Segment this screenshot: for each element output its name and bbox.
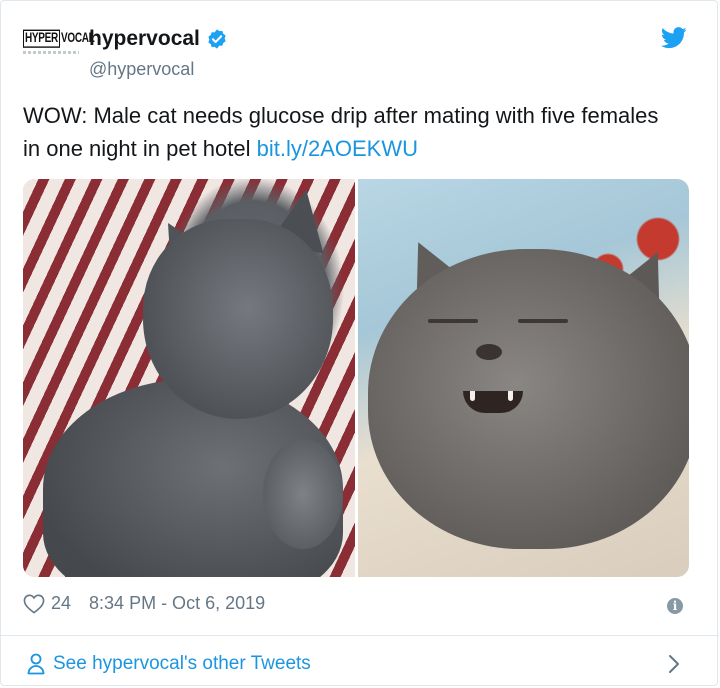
tweet-timestamp[interactable]: 8:34 PM - Oct 6, 2019 <box>89 593 265 614</box>
cat-eye-shape <box>427 319 478 323</box>
cat-eye-shape <box>517 319 568 323</box>
chevron-right-icon[interactable] <box>667 653 681 675</box>
twitter-bird-icon[interactable] <box>661 27 687 49</box>
avatar-logo: HYPER VOCAL <box>23 29 95 48</box>
cat-paw-shape <box>263 439 343 549</box>
tweet-media[interactable] <box>23 179 689 577</box>
avatar-tagline-decor <box>23 51 79 54</box>
handle[interactable]: @hypervocal <box>89 59 194 80</box>
see-more-label[interactable]: See hypervocal's other Tweets <box>53 653 311 675</box>
heart-icon[interactable] <box>23 594 45 614</box>
person-icon <box>27 653 45 675</box>
media-photo-1[interactable] <box>23 179 355 577</box>
tweet-text: WOW: Male cat needs glucose drip after m… <box>23 99 663 165</box>
verified-badge-icon <box>208 29 226 49</box>
tweet-card: HYPER VOCAL hypervocal @hypervocal WOW: M… <box>0 0 719 686</box>
avatar[interactable]: HYPER VOCAL <box>23 29 95 71</box>
cat-tooth-shape <box>469 391 475 401</box>
author-name-row[interactable]: hypervocal <box>89 27 228 51</box>
media-photo-2[interactable] <box>357 179 689 577</box>
cat-head-shape <box>367 249 689 549</box>
divider <box>1 635 719 636</box>
tweet-link[interactable]: bit.ly/2AOEKWU <box>257 136 418 161</box>
avatar-logo-text-a: HYPER <box>23 29 60 48</box>
info-icon[interactable]: i <box>667 598 683 614</box>
tweet-meta-row: 24 8:34 PM - Oct 6, 2019 <box>23 593 265 614</box>
cat-tooth-shape <box>507 391 513 401</box>
like-count[interactable]: 24 <box>51 593 71 614</box>
see-more-tweets-link[interactable]: See hypervocal's other Tweets <box>27 653 311 675</box>
display-name[interactable]: hypervocal <box>89 27 200 51</box>
cat-nose-shape <box>475 344 502 360</box>
cat-head-shape <box>143 219 333 419</box>
